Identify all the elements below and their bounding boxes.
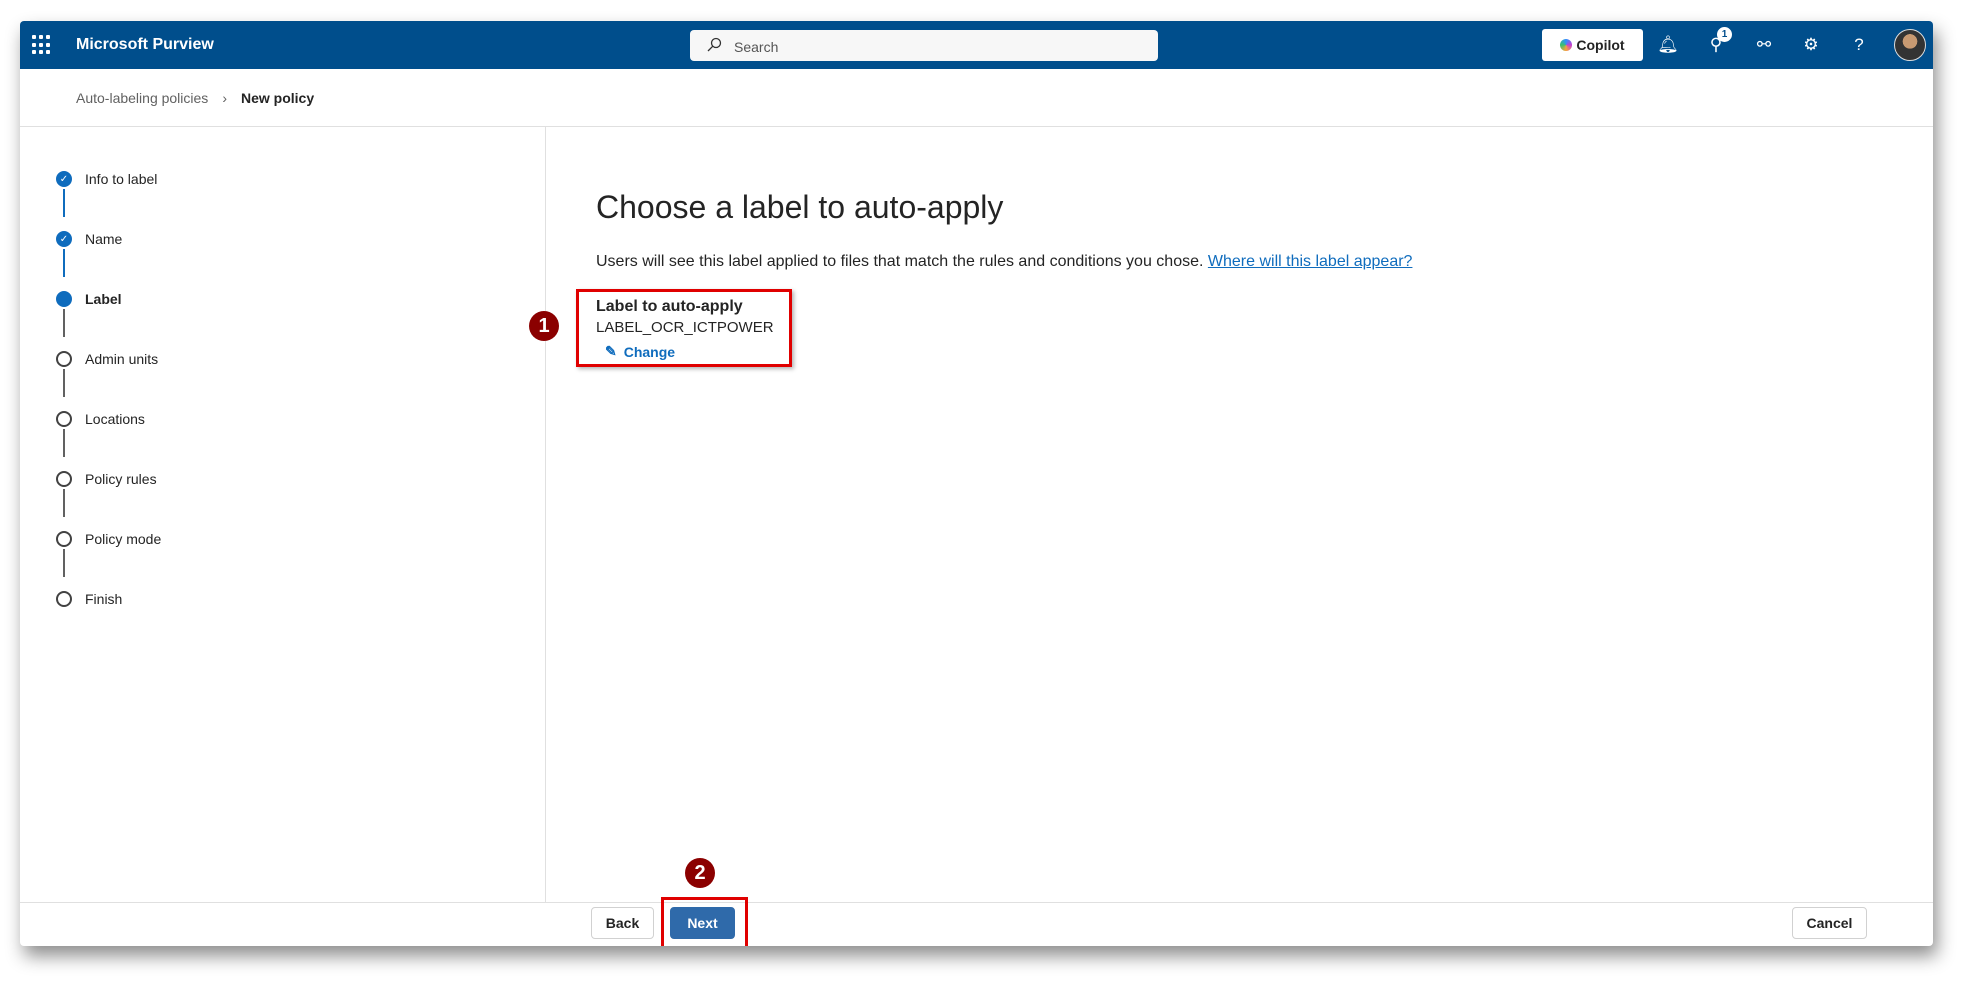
whats-new-icon[interactable]: ⚲ 1 — [1704, 27, 1732, 57]
breadcrumb: Auto-labeling policies › New policy — [76, 90, 314, 106]
step-label-current[interactable]: Label — [56, 291, 122, 307]
top-bar: Microsoft Purview Search Copilot 🔔︎ ⚲ 1 ⚯… — [20, 21, 1933, 69]
breadcrumb-current: New policy — [240, 90, 315, 106]
label-heading: Label to auto-apply — [596, 298, 743, 315]
step-label: Admin units — [85, 351, 159, 367]
settings-icon[interactable]: ⚙ — [1799, 33, 1823, 57]
check-icon: ✓ — [56, 171, 72, 187]
help-icon[interactable]: ? — [1847, 33, 1871, 57]
copilot-icon — [1560, 39, 1573, 51]
app-title[interactable]: Microsoft Purview — [76, 36, 214, 54]
copilot-button[interactable]: Copilot — [1542, 29, 1643, 61]
pending-step-icon — [56, 351, 72, 367]
step-label: Name — [85, 231, 123, 247]
label-highlight-box: Label to auto-apply LABEL_OCR_ICTPOWER ✎… — [576, 289, 792, 367]
community-icon[interactable]: ⚯ — [1752, 33, 1776, 57]
change-label-text: Change — [623, 343, 676, 360]
chevron-right-icon: › — [222, 90, 227, 106]
step-label: Policy rules — [85, 471, 157, 487]
next-button[interactable]: Next — [670, 907, 735, 939]
pending-step-icon — [56, 531, 72, 547]
change-label-button[interactable]: ✎ Change — [605, 343, 675, 360]
step-connector — [63, 429, 65, 457]
step-connector — [63, 549, 65, 577]
step-finish: Finish — [56, 591, 122, 607]
current-step-icon — [56, 291, 72, 307]
pending-step-icon — [56, 471, 72, 487]
footer-divider — [20, 902, 1933, 903]
description-text: Users will see this label applied to fil… — [596, 253, 1204, 270]
step-connector — [63, 489, 65, 517]
notifications-icon[interactable]: 🔔︎ — [1656, 33, 1680, 57]
avatar[interactable] — [1894, 29, 1926, 61]
step-admin-units: Admin units — [56, 351, 158, 367]
step-connector — [63, 309, 65, 337]
step-label: Info to label — [85, 171, 158, 187]
app-window: Microsoft Purview Search Copilot 🔔︎ ⚲ 1 ⚯… — [20, 21, 1933, 946]
search-placeholder: Search — [734, 39, 779, 55]
search-icon — [707, 37, 722, 52]
annotation-marker-2: 2 — [685, 858, 715, 888]
label-value: LABEL_OCR_ICTPOWER — [596, 319, 774, 336]
search-input[interactable]: Search — [690, 30, 1158, 61]
breadcrumb-parent[interactable]: Auto-labeling policies — [76, 90, 208, 106]
back-button[interactable]: Back — [591, 907, 654, 939]
page-title: Choose a label to auto-apply — [596, 189, 1004, 225]
step-policy-rules: Policy rules — [56, 471, 157, 487]
pending-step-icon — [56, 591, 72, 607]
check-icon: ✓ — [56, 231, 72, 247]
wizard-steps: ✓ Info to label ✓ Name Label Admin units L… — [20, 127, 546, 902]
pencil-icon: ✎ — [605, 343, 617, 359]
app-launcher-icon[interactable] — [32, 35, 52, 55]
step-label: Label — [85, 291, 122, 307]
help-link[interactable]: Where will this label appear? — [1208, 253, 1413, 270]
step-locations: Locations — [56, 411, 145, 427]
step-connector — [63, 189, 65, 217]
cancel-button[interactable]: Cancel — [1792, 907, 1867, 939]
page-description: Users will see this label applied to fil… — [596, 253, 1412, 271]
step-label: Finish — [85, 591, 123, 607]
notification-badge: 1 — [1717, 27, 1732, 42]
step-info-to-label[interactable]: ✓ Info to label — [56, 171, 157, 187]
pending-step-icon — [56, 411, 72, 427]
annotation-marker-1: 1 — [529, 311, 559, 341]
step-label: Locations — [85, 411, 145, 427]
step-policy-mode: Policy mode — [56, 531, 161, 547]
step-connector — [63, 369, 65, 397]
step-label: Policy mode — [85, 531, 162, 547]
step-connector — [63, 249, 65, 277]
copilot-label: Copilot — [1576, 37, 1625, 53]
step-name[interactable]: ✓ Name — [56, 231, 122, 247]
